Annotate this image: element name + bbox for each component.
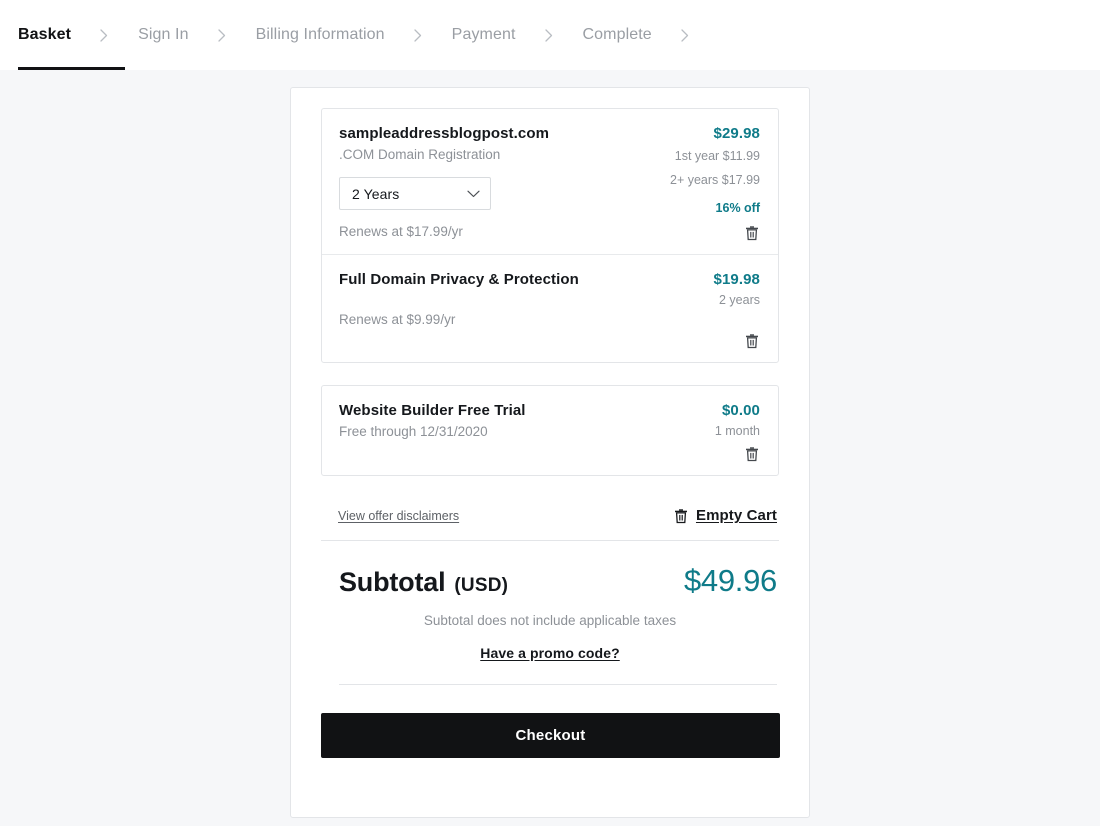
- promo-code-link[interactable]: Have a promo code?: [480, 645, 620, 661]
- remove-item-button[interactable]: [743, 224, 761, 242]
- trash-icon: [674, 508, 688, 524]
- breadcrumb: Basket Sign In Billing Information Payme…: [18, 0, 689, 70]
- remove-item-button[interactable]: [743, 332, 761, 350]
- item-price-line-renewal-years: 2+ years $17.99: [670, 173, 760, 187]
- step-label: Basket: [18, 26, 72, 43]
- item-title: Full Domain Privacy & Protection: [339, 271, 579, 288]
- item-term: 1 month: [714, 424, 760, 438]
- trash-icon: [745, 333, 759, 349]
- remove-item-button[interactable]: [743, 445, 761, 463]
- order-summary: Subtotal (USD) $49.96 Subtotal does not …: [321, 541, 779, 685]
- step-sign-in[interactable]: Sign In: [138, 0, 189, 70]
- tax-note: Subtotal does not include applicable tax…: [423, 613, 677, 628]
- item-renewal-note: Renews at $9.99/yr: [339, 312, 456, 327]
- checkout-stepper-header: Basket Sign In Billing Information Payme…: [0, 0, 1100, 70]
- chevron-right-icon: [217, 28, 226, 42]
- item-subtitle: Free through 12/31/2020: [339, 424, 488, 439]
- chevron-right-icon: [544, 28, 553, 42]
- step-complete[interactable]: Complete: [583, 0, 652, 70]
- cart-item-domain: sampleaddressblogpost.com .COM Domain Re…: [322, 109, 778, 254]
- item-renewal-note: Renews at $17.99/yr: [339, 224, 463, 239]
- item-subtitle: .COM Domain Registration: [339, 147, 501, 162]
- cart-container: sampleaddressblogpost.com .COM Domain Re…: [290, 87, 810, 818]
- item-price: $29.98: [713, 125, 760, 142]
- step-label: Billing Information: [255, 26, 385, 43]
- empty-cart-label: Empty Cart: [695, 507, 777, 524]
- section-divider: [339, 684, 777, 685]
- step-label: Payment: [451, 26, 516, 43]
- step-billing-information[interactable]: Billing Information: [256, 0, 385, 70]
- item-price: $19.98: [713, 271, 760, 288]
- step-payment[interactable]: Payment: [452, 0, 516, 70]
- item-term: 2 years: [719, 293, 760, 307]
- subtotal-label: Subtotal: [339, 567, 446, 597]
- cart-item-group: sampleaddressblogpost.com .COM Domain Re…: [321, 108, 779, 363]
- chevron-down-icon: [467, 190, 480, 198]
- term-select-value: 2 Years: [352, 185, 400, 202]
- item-price-line-first-year: 1st year $11.99: [674, 149, 760, 163]
- item-title: Website Builder Free Trial: [339, 402, 526, 419]
- subtotal-amount: $49.96: [683, 563, 777, 598]
- item-title: sampleaddressblogpost.com: [339, 125, 550, 142]
- chevron-right-icon: [414, 28, 422, 42]
- checkout-button[interactable]: Checkout: [321, 713, 780, 758]
- item-price: $0.00: [721, 402, 760, 419]
- subtotal-currency: (USD): [454, 575, 509, 596]
- empty-cart-button[interactable]: Empty Cart: [674, 507, 777, 524]
- step-basket[interactable]: Basket: [18, 0, 71, 70]
- view-offer-disclaimers-link[interactable]: View offer disclaimers: [338, 509, 459, 523]
- cart-actions-row: View offer disclaimers Empty Cart: [321, 489, 779, 540]
- trash-icon: [745, 446, 759, 462]
- chevron-right-icon: [681, 28, 689, 42]
- step-label: Sign In: [138, 26, 189, 43]
- page-body: sampleaddressblogpost.com .COM Domain Re…: [0, 70, 1100, 826]
- trash-icon: [745, 225, 759, 241]
- cart-item-domain-privacy: Full Domain Privacy & Protection Renews …: [322, 254, 778, 362]
- cart-item-group: Website Builder Free Trial Free through …: [321, 385, 779, 476]
- active-step-indicator: [18, 67, 125, 70]
- cart-item-website-builder: Website Builder Free Trial Free through …: [322, 386, 778, 475]
- term-select[interactable]: 2 Years: [339, 177, 491, 210]
- item-discount-badge: 16% off: [715, 201, 760, 215]
- chevron-right-icon: [100, 28, 108, 42]
- step-label: Complete: [582, 26, 652, 43]
